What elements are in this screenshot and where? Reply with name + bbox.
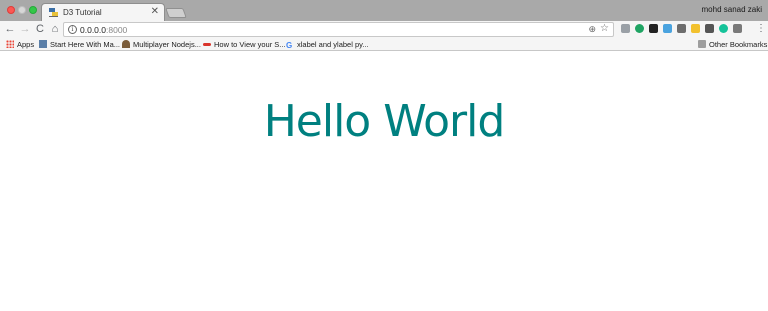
- chess-icon: [122, 40, 130, 48]
- bookmark-apps-label: Apps: [17, 40, 35, 49]
- maximize-window-button[interactable]: [29, 6, 37, 14]
- bookmark-label: How to View your S...: [214, 40, 286, 49]
- tab-strip: D3 Tutorial ✕ mohd sanad zaki: [0, 0, 768, 22]
- minimize-window-button[interactable]: [18, 6, 26, 14]
- extension-translate-icon[interactable]: [733, 24, 742, 33]
- bookmark-label: xlabel and ylabel py...: [297, 40, 369, 49]
- extension-plane-icon[interactable]: [677, 24, 686, 33]
- bookmark-item[interactable]: Start Here With Ma...: [39, 39, 120, 50]
- home-button[interactable]: ⌂: [49, 23, 61, 35]
- address-bar[interactable]: i 0.0.0.0:8000 ⊕ ☆: [63, 22, 614, 37]
- swoosh-icon: [203, 43, 211, 46]
- page-content: Hello World: [0, 52, 768, 311]
- apps-grid-icon: [6, 40, 14, 48]
- url-port: :8000: [106, 25, 128, 35]
- back-button[interactable]: ←: [4, 23, 16, 35]
- extension-dots-icon[interactable]: [621, 24, 630, 33]
- url-text[interactable]: 0.0.0.0:8000: [80, 25, 127, 35]
- folder-icon: [698, 40, 706, 48]
- tab-title: D3 Tutorial: [63, 8, 102, 17]
- url-host: 0.0.0.0: [80, 25, 106, 35]
- other-bookmarks-label: Other Bookmarks: [709, 40, 768, 49]
- extension-green-circle-icon[interactable]: [635, 24, 644, 33]
- bookmark-label: Multiplayer Nodejs...: [133, 40, 201, 49]
- bookmarks-bar: Apps Start Here With Ma... Multiplayer N…: [0, 38, 768, 51]
- bookmark-label: Start Here With Ma...: [50, 40, 121, 49]
- profile-name[interactable]: mohd sanad zaki: [702, 5, 762, 14]
- navigation-toolbar: ← → C ⌂ i 0.0.0.0:8000 ⊕ ☆ ⋮: [0, 21, 768, 38]
- extension-blue-square-icon[interactable]: [663, 24, 672, 33]
- extension-arrow-icon[interactable]: [649, 24, 658, 33]
- python-file-icon: [49, 8, 58, 17]
- forward-button[interactable]: →: [19, 23, 31, 35]
- close-tab-icon[interactable]: ✕: [151, 6, 159, 18]
- browser-menu-icon[interactable]: ⋮: [756, 23, 766, 35]
- extension-grammarly-icon[interactable]: [719, 24, 728, 33]
- bookmark-item[interactable]: How to View your S...: [203, 39, 286, 50]
- bookmark-apps[interactable]: Apps: [6, 39, 34, 50]
- reload-button[interactable]: C: [34, 23, 46, 35]
- bookmark-item[interactable]: Gxlabel and ylabel py...: [286, 39, 369, 50]
- page-heading: Hello World: [263, 96, 506, 147]
- google-icon: G: [286, 41, 293, 50]
- bookmark-star-icon[interactable]: ☆: [600, 23, 609, 34]
- zoom-icon[interactable]: ⊕: [588, 24, 596, 35]
- extension-python-icon[interactable]: [691, 24, 700, 33]
- tab-d3-tutorial[interactable]: D3 Tutorial ✕: [41, 3, 165, 22]
- bookmark-item[interactable]: Multiplayer Nodejs...: [122, 39, 201, 50]
- other-bookmarks[interactable]: Other Bookmarks: [698, 39, 767, 50]
- extension-dark-square-icon[interactable]: [705, 24, 714, 33]
- photo-icon: [39, 40, 47, 48]
- close-window-button[interactable]: [7, 6, 15, 14]
- site-info-icon[interactable]: i: [68, 25, 77, 34]
- new-tab-button[interactable]: [165, 8, 187, 18]
